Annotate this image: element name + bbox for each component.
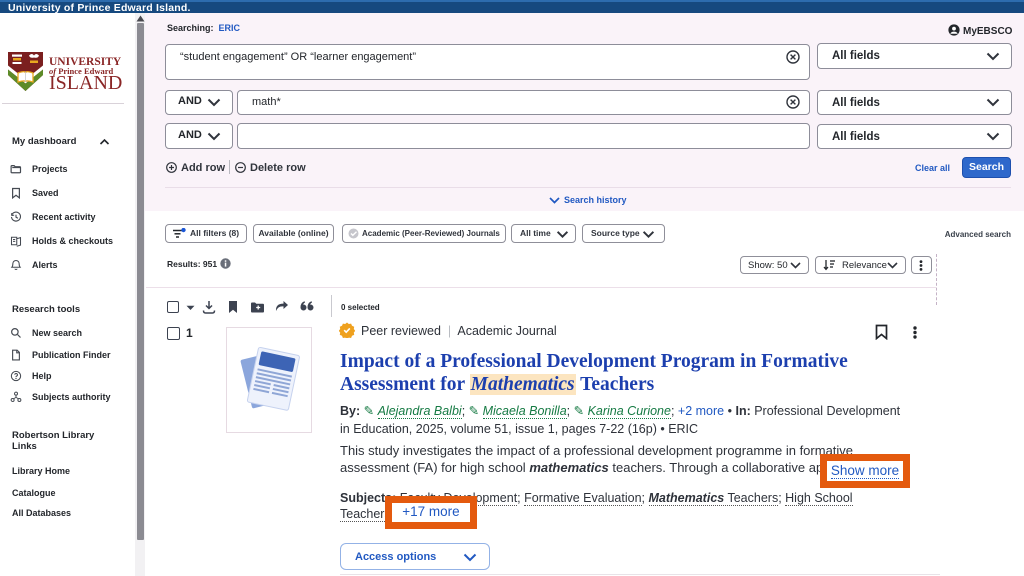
svg-text:ISLAND: ISLAND	[49, 72, 122, 94]
